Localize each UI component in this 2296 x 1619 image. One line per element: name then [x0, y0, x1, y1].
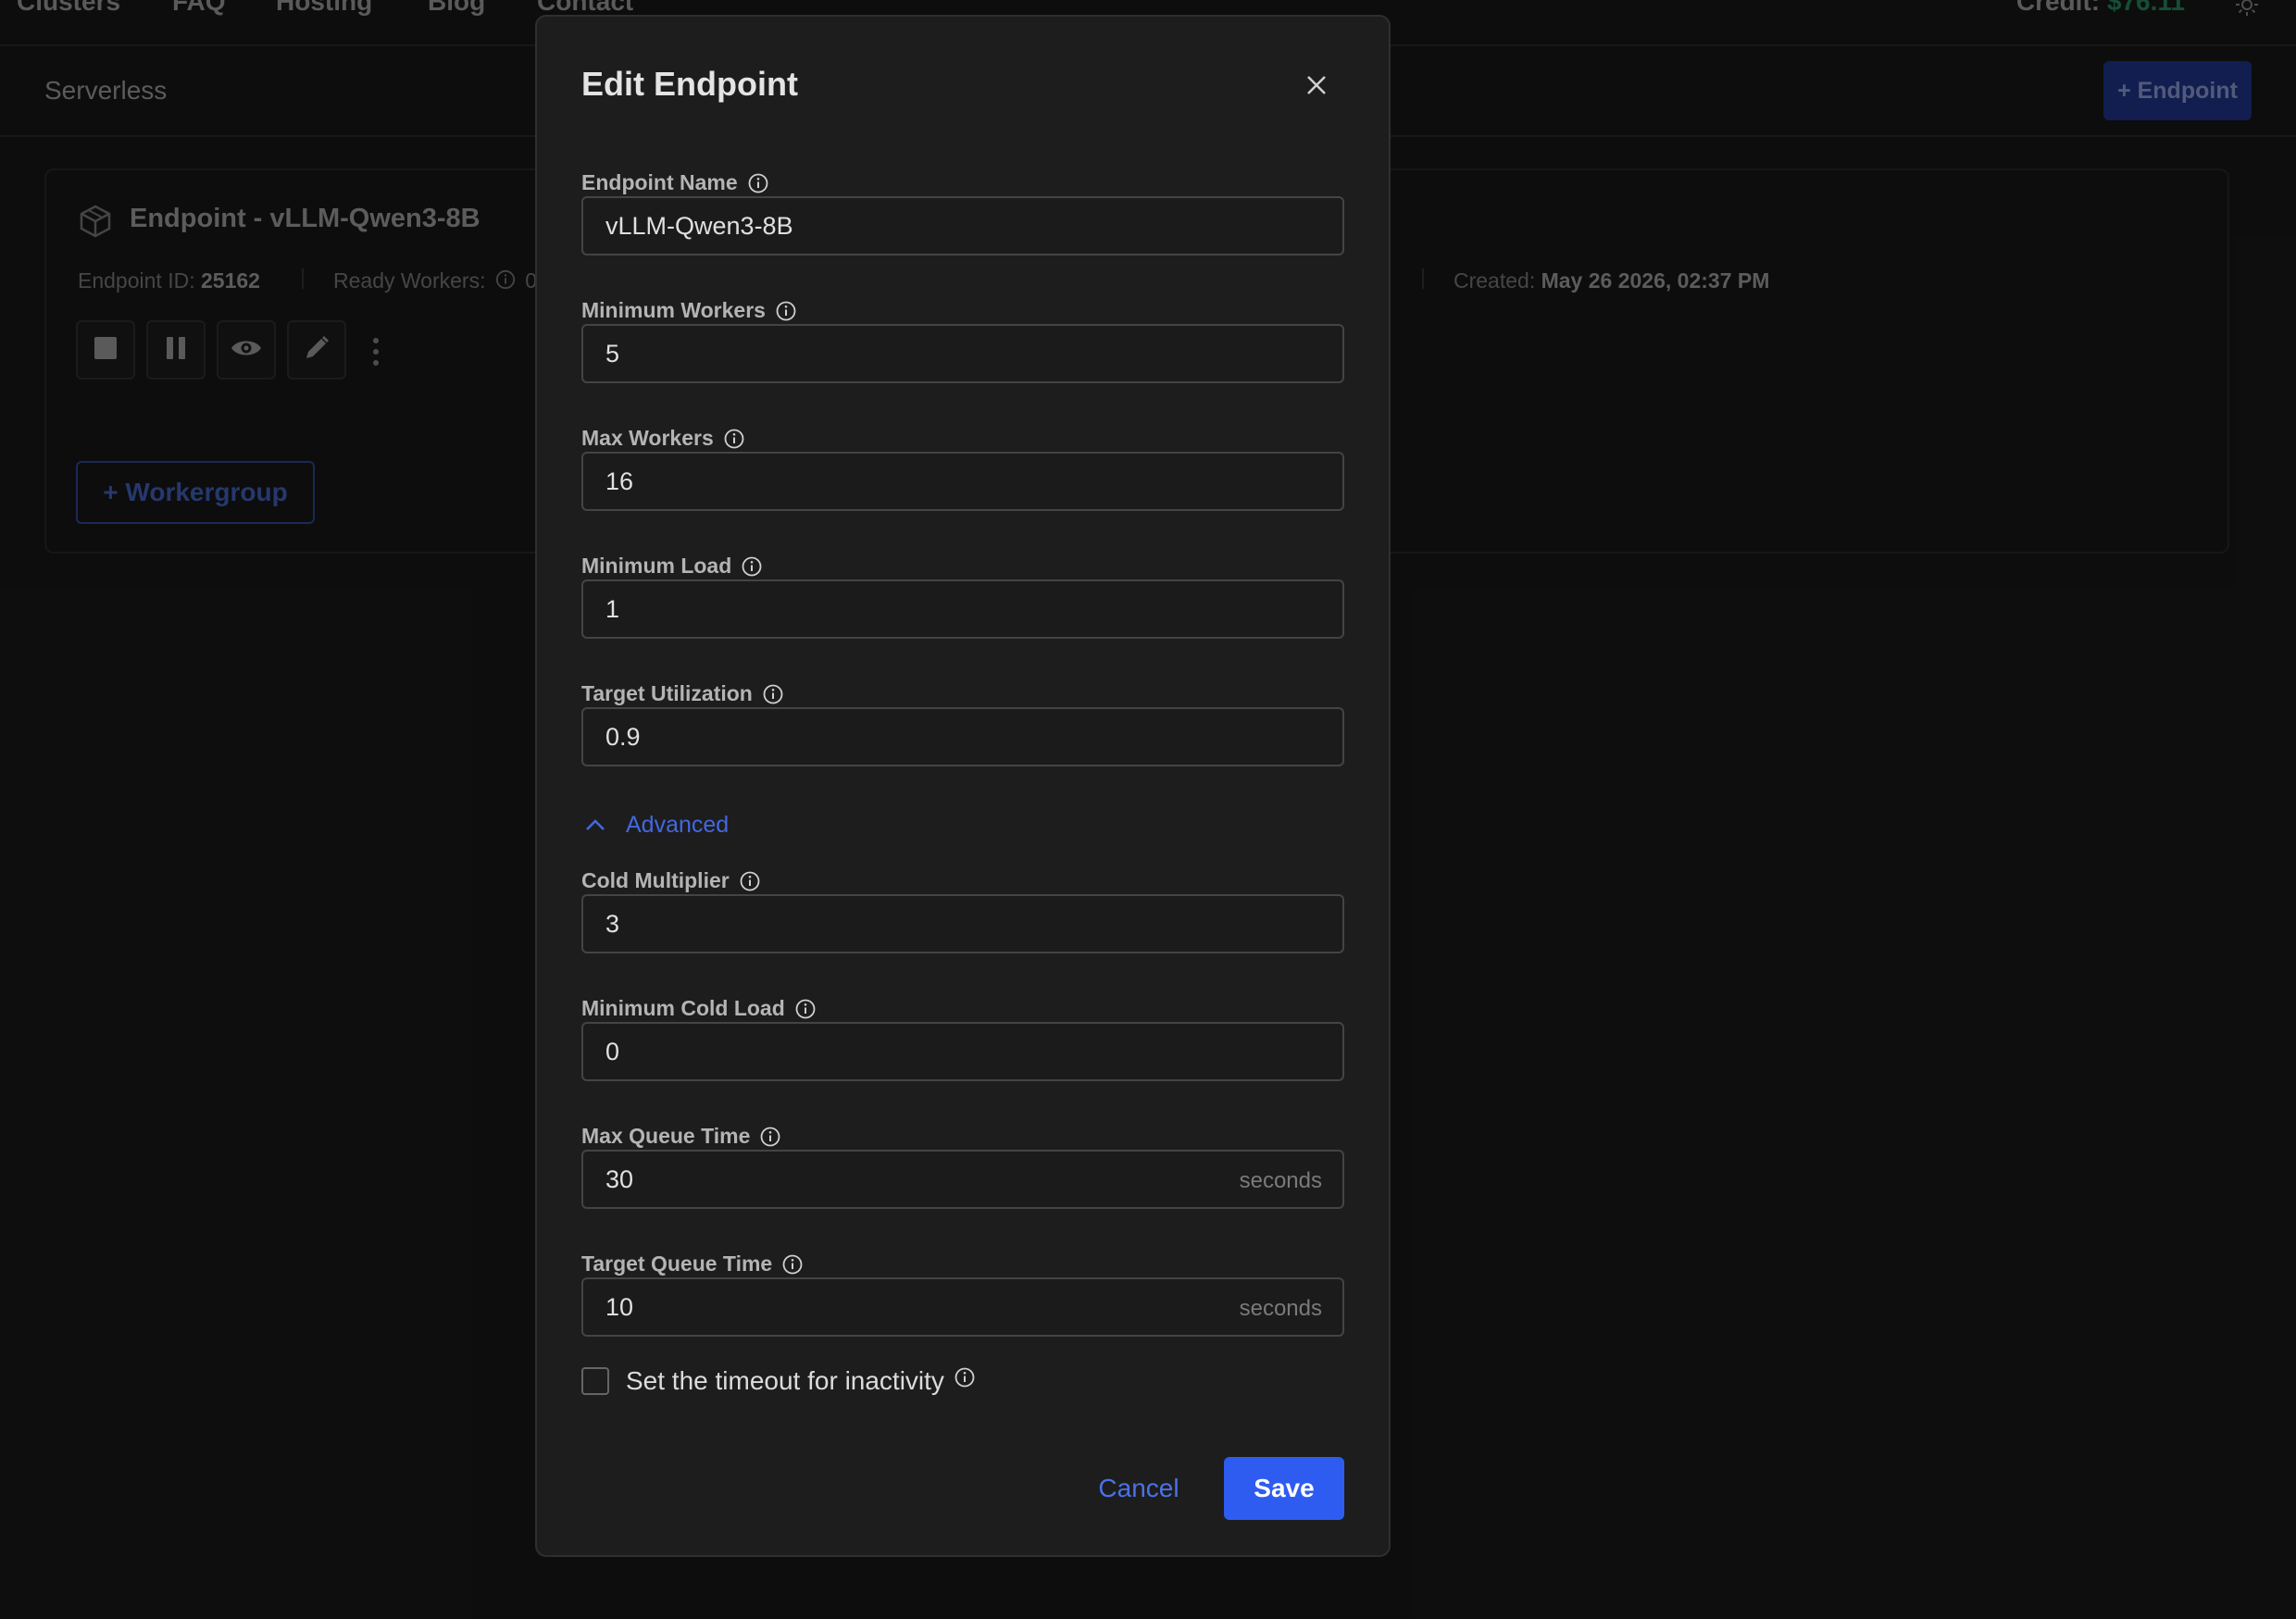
max-queue-time-input[interactable] — [581, 1150, 1344, 1209]
target-util-label-text: Target Utilization — [581, 681, 753, 705]
info-icon[interactable] — [954, 1366, 976, 1389]
cancel-button[interactable]: Cancel — [1074, 1457, 1204, 1520]
close-button[interactable] — [1298, 68, 1335, 106]
cold-mult-label-text: Cold Multiplier — [581, 868, 730, 892]
target-queue-time-label-text: Target Queue Time — [581, 1252, 773, 1276]
min-cold-load-input[interactable] — [581, 1022, 1344, 1081]
save-button[interactable]: Save — [1224, 1457, 1344, 1520]
min-workers-input[interactable] — [581, 324, 1344, 383]
advanced-label: Advanced — [626, 811, 730, 838]
max-workers-input[interactable] — [581, 452, 1344, 511]
min-load-label: Minimum Load — [581, 554, 763, 579]
info-icon[interactable] — [723, 428, 745, 450]
edit-endpoint-modal: Edit Endpoint Endpoint Name Minimum Work… — [535, 15, 1391, 1557]
max-queue-time-label: Max Queue Time — [581, 1124, 781, 1149]
target-queue-time-suffix: seconds — [1239, 1296, 1322, 1321]
info-icon[interactable] — [781, 1253, 804, 1276]
max-workers-label-text: Max Workers — [581, 426, 714, 450]
min-load-label-text: Minimum Load — [581, 554, 732, 578]
inactivity-timeout-checkbox[interactable] — [581, 1367, 609, 1395]
cold-mult-input[interactable] — [581, 894, 1344, 953]
info-icon[interactable] — [739, 870, 761, 892]
cold-mult-label: Cold Multiplier — [581, 868, 761, 893]
endpoint-name-input[interactable] — [581, 196, 1344, 255]
info-icon[interactable] — [762, 683, 784, 705]
max-queue-time-suffix: seconds — [1239, 1168, 1322, 1193]
min-cold-load-label-text: Minimum Cold Load — [581, 996, 785, 1020]
target-util-label: Target Utilization — [581, 681, 784, 706]
chevron-up-icon — [581, 811, 609, 839]
close-icon — [1305, 74, 1328, 101]
max-queue-time-label-text: Max Queue Time — [581, 1124, 751, 1148]
info-icon[interactable] — [794, 998, 817, 1020]
target-util-input[interactable] — [581, 707, 1344, 766]
info-icon[interactable] — [775, 300, 797, 322]
min-load-input[interactable] — [581, 579, 1344, 639]
target-queue-time-label: Target Queue Time — [581, 1252, 804, 1277]
info-icon[interactable] — [759, 1126, 781, 1148]
min-workers-label: Minimum Workers — [581, 298, 797, 323]
endpoint-name-label-text: Endpoint Name — [581, 170, 738, 194]
endpoint-name-label: Endpoint Name — [581, 170, 769, 195]
min-cold-load-label: Minimum Cold Load — [581, 996, 817, 1021]
max-workers-label: Max Workers — [581, 426, 745, 451]
inactivity-timeout-label[interactable]: Set the timeout for inactivity — [626, 1366, 944, 1396]
info-icon[interactable] — [741, 555, 763, 578]
inactivity-timeout-row: Set the timeout for inactivity — [581, 1366, 976, 1396]
modal-title: Edit Endpoint — [581, 65, 798, 103]
target-queue-time-input[interactable] — [581, 1277, 1344, 1337]
info-icon[interactable] — [747, 172, 769, 194]
advanced-toggle[interactable]: Advanced — [581, 811, 729, 839]
min-workers-label-text: Minimum Workers — [581, 298, 766, 322]
